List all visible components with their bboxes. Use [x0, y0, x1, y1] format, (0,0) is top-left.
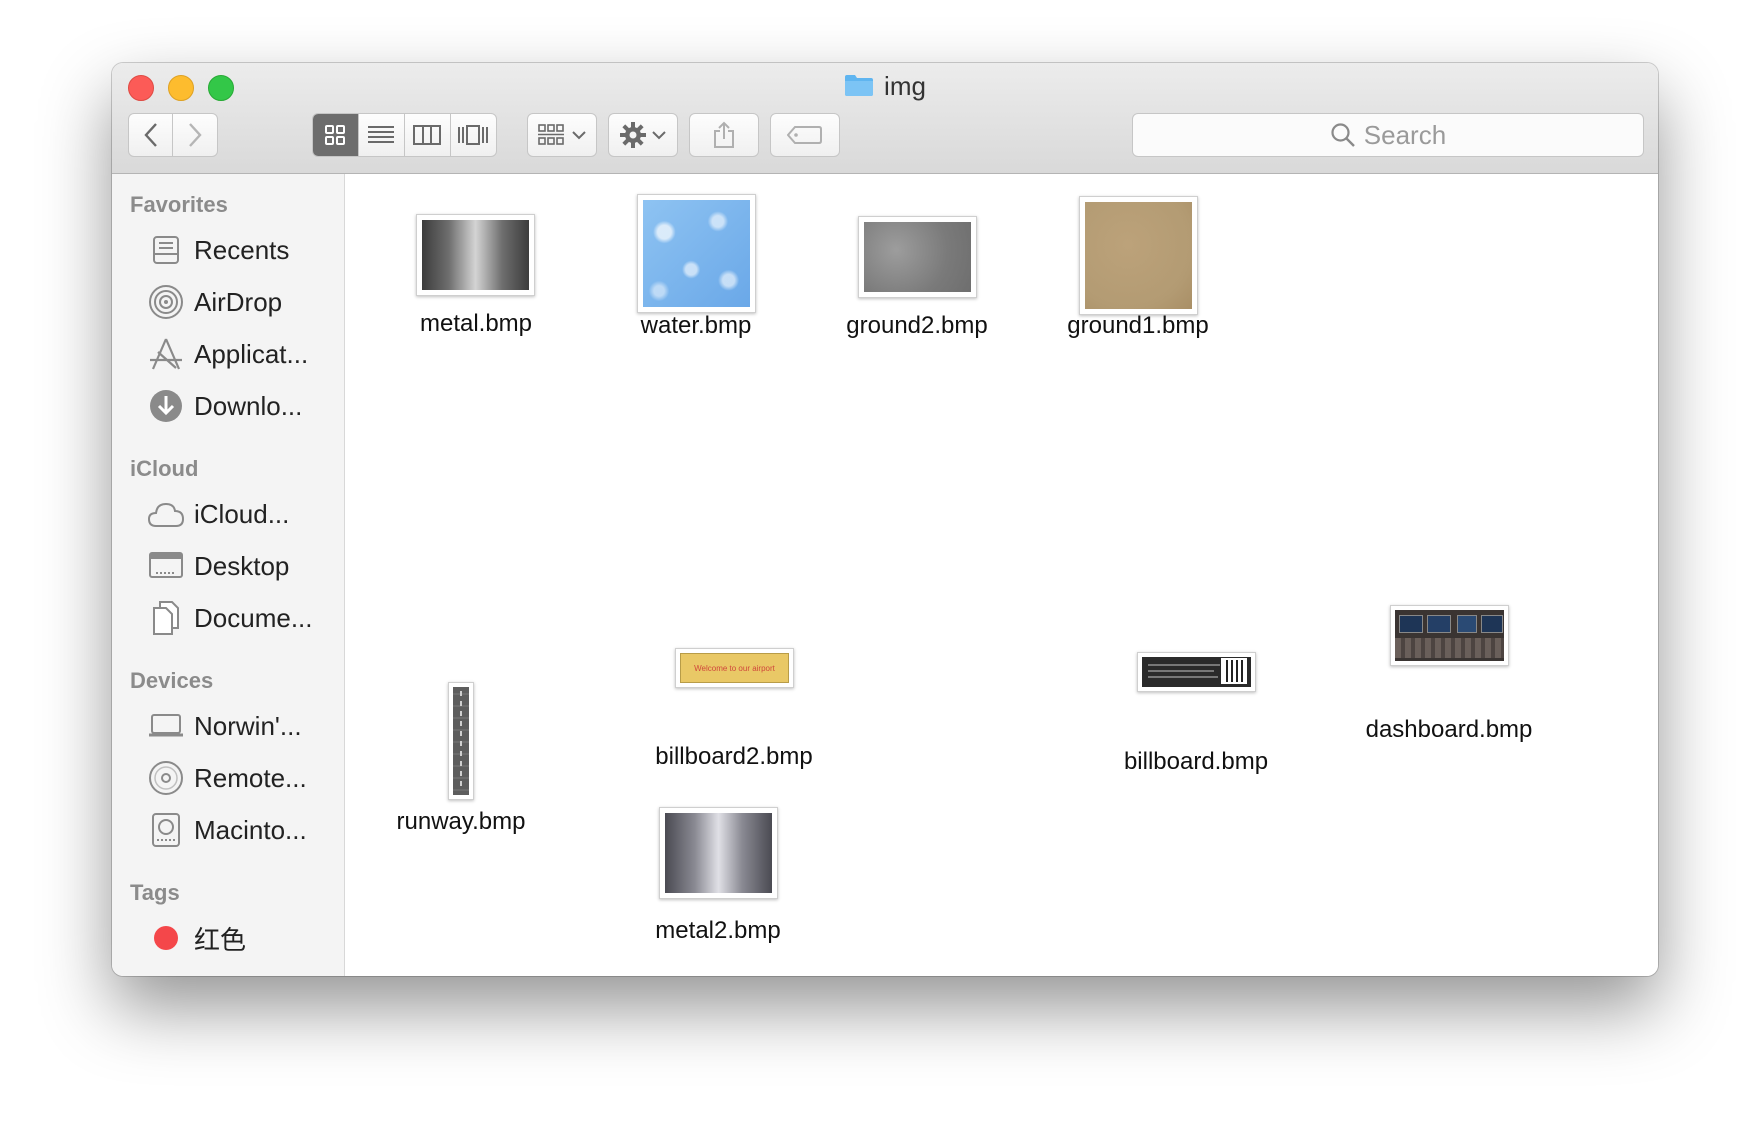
file-name: billboard2.bmp [655, 743, 813, 770]
search-field[interactable]: Search [1132, 113, 1644, 157]
sidebar-section-favorites: Favorites [130, 192, 228, 217]
sidebar-item-remote-disc[interactable]: Remote... [146, 758, 341, 798]
sidebar-item-desktop[interactable]: Desktop [146, 546, 341, 586]
gear-icon [620, 122, 646, 148]
sidebar-item-label: Recents [194, 234, 290, 265]
sidebar-item-label: Downlo... [194, 390, 303, 421]
forward-button[interactable] [173, 114, 217, 156]
chevron-left-icon [143, 123, 157, 147]
search-placeholder: Search [1363, 119, 1447, 150]
airdrop-icon [146, 282, 186, 322]
sidebar-item-downloads[interactable]: Downlo... [146, 386, 341, 426]
sidebar-item-laptop[interactable]: Norwin'... [146, 706, 341, 746]
hard-drive-icon [146, 810, 186, 850]
icon-view-button[interactable] [313, 114, 359, 156]
sidebar-item-macintosh-hd[interactable]: Macinto... [146, 810, 341, 850]
tag-dot-icon [146, 918, 186, 958]
file-thumbnail [1079, 196, 1198, 315]
sidebar-item-label: iCloud... [194, 498, 290, 529]
back-button[interactable] [129, 114, 174, 156]
titlebar: img Search [112, 63, 1658, 174]
sidebar-item-label: 红色 [194, 924, 247, 955]
folder-icon [844, 73, 874, 96]
sidebar-item-label: AirDrop [194, 286, 283, 317]
desktop-icon [146, 546, 186, 586]
file-thumbnail [659, 807, 778, 899]
tag-button[interactable] [770, 113, 840, 157]
cloud-icon [146, 494, 186, 534]
documents-icon [146, 598, 186, 638]
sidebar-item-documents[interactable]: Docume... [146, 598, 341, 638]
arrange-button[interactable] [527, 113, 597, 157]
grid-arrange-icon [538, 124, 564, 145]
list-view-icon [368, 126, 395, 143]
sidebar-section-icloud: iCloud [130, 456, 199, 481]
sidebar-item-label: Norwin'... [194, 710, 302, 741]
sidebar-item-icloud-drive[interactable]: iCloud... [146, 494, 341, 534]
file-thumbnail [1137, 652, 1256, 692]
finder-window: img Search Favorites Recents AirDrop App… [112, 63, 1658, 976]
view-mode-control [312, 113, 497, 157]
cover-flow-icon [458, 125, 489, 145]
file-name: ground1.bmp [1067, 312, 1209, 339]
file-thumbnail [858, 216, 977, 298]
sidebar-item-airdrop[interactable]: AirDrop [146, 282, 341, 322]
laptop-icon [146, 706, 186, 746]
tag-icon [787, 126, 822, 144]
file-thumbnail [1390, 605, 1509, 666]
share-button[interactable] [689, 113, 759, 157]
file-name: ground2.bmp [846, 312, 988, 339]
file-name: metal2.bmp [655, 917, 781, 944]
file-name: water.bmp [640, 312, 752, 339]
file-icon-view: metal.bmp water.bmp ground2.bmp ground1.… [345, 174, 1658, 976]
cover-flow-view-button[interactable] [451, 114, 497, 156]
billboard-preview-text: Welcome to our airport [694, 663, 775, 673]
file-name: metal.bmp [419, 310, 533, 337]
sidebar: Favorites Recents AirDrop Applicat... Do… [112, 174, 345, 976]
icon-view-icon [325, 125, 346, 145]
sidebar-item-tag-red[interactable]: 红色 [146, 918, 341, 958]
sidebar-section-tags: Tags [130, 880, 180, 905]
sidebar-item-label: Macinto... [194, 814, 307, 845]
sidebar-item-label: Desktop [194, 550, 290, 581]
list-view-button[interactable] [359, 114, 405, 156]
sidebar-item-applications[interactable]: Applicat... [146, 334, 341, 374]
downloads-icon [146, 386, 186, 426]
sidebar-section-devices: Devices [130, 668, 214, 693]
file-thumbnail [416, 214, 535, 296]
sidebar-item-recents[interactable]: Recents [146, 230, 341, 270]
recents-icon [146, 230, 186, 270]
column-view-icon [413, 125, 442, 145]
sidebar-item-label: Applicat... [194, 338, 309, 369]
window-title-area: img [112, 71, 1658, 102]
chevron-down-icon [652, 131, 666, 140]
file-name: billboard.bmp [1123, 748, 1269, 775]
share-icon [714, 121, 734, 148]
file-thumbnail [448, 682, 474, 800]
file-thumbnail: Welcome to our airport [675, 648, 794, 688]
sidebar-item-label: Docume... [194, 602, 313, 633]
column-view-button[interactable] [405, 114, 451, 156]
file-name: runway.bmp [396, 808, 526, 835]
disc-icon [146, 758, 186, 798]
file-name: dashboard.bmp [1365, 716, 1533, 743]
back-forward-control [128, 113, 218, 157]
search-icon [1331, 123, 1355, 147]
chevron-down-icon [572, 131, 586, 140]
sidebar-item-label: Remote... [194, 762, 307, 793]
file-thumbnail [637, 194, 756, 313]
window-title: img [884, 71, 926, 101]
action-button[interactable] [608, 113, 678, 157]
chevron-right-icon [189, 123, 202, 147]
applications-icon [146, 334, 186, 374]
